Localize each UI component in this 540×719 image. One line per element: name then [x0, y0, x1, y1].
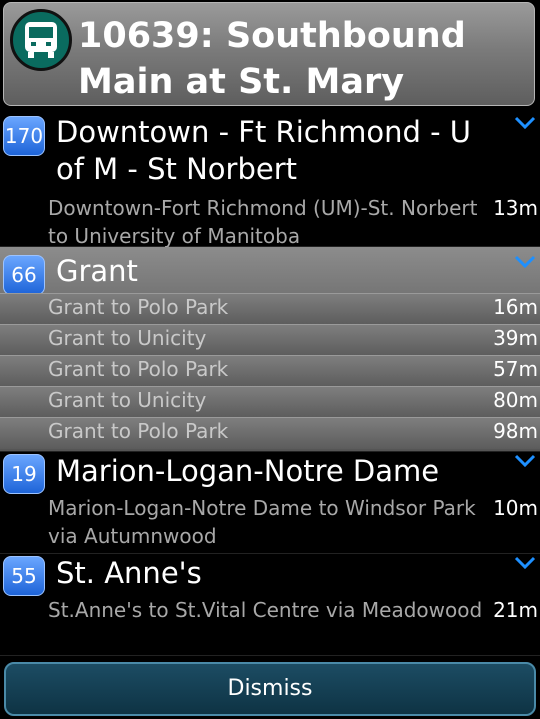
route-number-badge: 66: [3, 255, 45, 295]
departure-destination: Grant to Polo Park: [48, 357, 229, 381]
route-number-badge: 19: [3, 454, 45, 494]
route-name: Downtown - Ft Richmond - U of M - St Nor…: [56, 115, 471, 186]
chevron-down-icon[interactable]: [514, 556, 536, 570]
departure-minutes: 57m: [493, 357, 538, 381]
departure-destination: Grant to Unicity: [48, 388, 207, 412]
departure-destination: Marion-Logan-Notre Dame to Windsor Park …: [48, 496, 476, 548]
departure-minutes: 13m: [493, 196, 538, 220]
departure-minutes: 16m: [493, 295, 538, 319]
route-number-badge: 170: [3, 116, 45, 156]
departure-minutes: 39m: [493, 326, 538, 350]
bus-icon: [10, 9, 72, 71]
route-name: Grant: [56, 254, 138, 288]
page-title: 10639: Southbound Main at St. Mary: [78, 16, 466, 102]
dismiss-button[interactable]: Dismiss: [4, 662, 536, 716]
departure-destination: Grant to Unicity: [48, 326, 207, 350]
route-name: St. Anne's: [56, 556, 202, 590]
stop-header: 10639: Southbound Main at St. Mary: [3, 2, 535, 106]
departure-minutes: 98m: [493, 419, 538, 443]
route-item-170[interactable]: 170 Downtown - Ft Richmond - U of M - St…: [0, 110, 540, 248]
chevron-down-icon[interactable]: [514, 454, 536, 468]
route-number-badge: 55: [3, 556, 45, 596]
departure-minutes: 21m: [493, 598, 538, 622]
chevron-down-icon[interactable]: [514, 255, 536, 269]
route-item-66[interactable]: 66 Grant Grant to Polo Park 16m Grant to…: [0, 247, 540, 452]
departure-minutes: 80m: [493, 388, 538, 412]
departure-minutes: 10m: [493, 496, 538, 520]
chevron-down-icon[interactable]: [514, 116, 536, 130]
departure-destination: St.Anne's to St.Vital Centre via Meadowo…: [48, 598, 483, 622]
route-list[interactable]: 170 Downtown - Ft Richmond - U of M - St…: [0, 110, 540, 660]
route-item-55[interactable]: 55 St. Anne's St.Anne's to St.Vital Cent…: [0, 554, 540, 656]
route-name: Marion-Logan-Notre Dame: [56, 454, 440, 488]
departure-destination: Grant to Polo Park: [48, 419, 229, 443]
departure-destination: Downtown-Fort Richmond (UM)-St. Norbert …: [48, 196, 478, 248]
departure-destination: Grant to Polo Park: [48, 295, 229, 319]
route-item-19[interactable]: 19 Marion-Logan-Notre Dame Marion-Logan-…: [0, 452, 540, 554]
